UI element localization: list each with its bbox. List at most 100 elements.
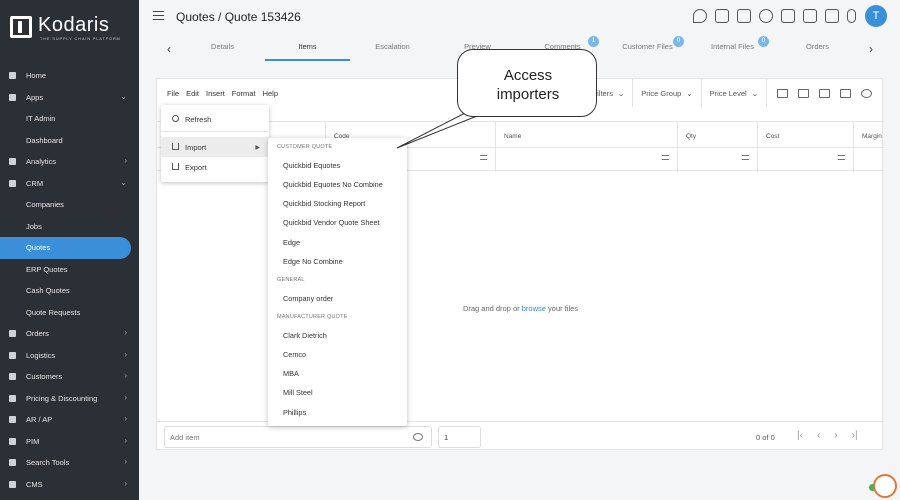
filter-icon[interactable] <box>662 155 669 160</box>
eye-off-icon[interactable] <box>413 433 423 441</box>
sidebar-item-label: Cash Quotes <box>26 286 70 296</box>
import-option[interactable]: Company order <box>283 294 333 303</box>
sidebar-item-ar-ap[interactable]: AR / AP › <box>0 409 139 431</box>
grid-column-name[interactable]: Name <box>495 122 677 172</box>
menu-edit[interactable]: Edit <box>186 89 199 98</box>
price-level-dropdown[interactable]: Price Level ⌄ <box>700 79 766 107</box>
sidebar-item-apps[interactable]: Apps ⌄ <box>0 87 139 109</box>
menu-help[interactable]: Help <box>263 89 278 98</box>
menu-item-export[interactable]: Export <box>161 157 269 177</box>
filter-icon[interactable] <box>742 155 749 160</box>
file-dropzone[interactable]: Drag and drop or browse your files <box>157 304 884 313</box>
import-option[interactable]: Clark Dietrich <box>283 331 327 340</box>
chevron-icon: › <box>124 349 127 359</box>
chevron-icon: ⌄ <box>120 177 127 187</box>
browse-link[interactable]: browse <box>522 304 546 313</box>
chat-bubble-icon[interactable] <box>873 474 897 498</box>
chevron-icon: ⌄ <box>120 91 127 101</box>
add-item-input[interactable]: Add item <box>164 426 432 448</box>
import-option[interactable]: Edge <box>283 238 300 247</box>
column-label: Cost <box>766 133 780 140</box>
import-option[interactable]: Edge No Combine <box>283 257 343 266</box>
tab-customer-files[interactable]: Customer Files 0 <box>605 36 690 61</box>
import-option[interactable]: Phillips <box>283 408 306 417</box>
next-page-icon[interactable]: › <box>834 430 837 441</box>
sidebar-item-cash-quotes[interactable]: Cash Quotes <box>0 280 139 302</box>
tab-details[interactable]: Details <box>180 37 265 61</box>
price-group-dropdown[interactable]: Price Group ⌄ <box>632 79 700 107</box>
hamburger-menu-icon[interactable] <box>153 11 164 20</box>
import-option[interactable]: Cemco <box>283 350 306 359</box>
tab-orders[interactable]: Orders <box>775 37 860 61</box>
sidebar-item-pim[interactable]: PIM › <box>0 431 139 453</box>
comment-icon[interactable] <box>819 88 830 98</box>
mail-icon[interactable] <box>781 9 795 23</box>
refresh-icon[interactable] <box>861 88 872 98</box>
filter-icon[interactable] <box>838 155 845 160</box>
import-option[interactable]: Quickbid Vendor Quote Sheet <box>283 218 380 227</box>
tab-internal-files[interactable]: Internal Files 0 <box>690 36 775 61</box>
sidebar-item-jobs[interactable]: Jobs <box>0 216 139 238</box>
import-option[interactable]: MBA <box>283 369 299 378</box>
location-pin-icon[interactable] <box>693 9 707 23</box>
sidebar-item-pricing-discounting[interactable]: Pricing & Discounting › <box>0 388 139 410</box>
sidebar-item-erp-quotes[interactable]: ERP Quotes <box>0 259 139 281</box>
sidebar-item-label: PIM <box>26 436 40 446</box>
sidebar-item-crm[interactable]: CRM ⌄ <box>0 173 139 195</box>
sidebar-item-logistics[interactable]: Logistics › <box>0 345 139 367</box>
menu-insert[interactable]: Insert <box>206 89 225 98</box>
sidebar-item-home[interactable]: Home <box>0 65 139 87</box>
prev-page-icon[interactable]: ‹ <box>817 430 820 441</box>
sidebar-item-label: Orders <box>26 329 49 339</box>
count-badge: 1 <box>588 36 599 47</box>
sidebar-item-companies[interactable]: Companies <box>0 194 139 216</box>
sidebar-item-analytics[interactable]: Analytics › <box>0 151 139 173</box>
menu-format[interactable]: Format <box>232 89 256 98</box>
sidebar-item-orders[interactable]: Orders › <box>0 323 139 345</box>
attachment-icon[interactable] <box>847 9 856 23</box>
import-option[interactable]: Mill Steel <box>283 388 313 397</box>
sidebar-item-quotes[interactable]: Quotes <box>0 237 131 259</box>
header-icons <box>693 9 856 23</box>
tab-items[interactable]: Items <box>265 37 350 61</box>
import-option[interactable]: Quickbid Equotes <box>283 161 340 170</box>
grid-column-cost[interactable]: Cost <box>757 122 853 172</box>
menu-item-label: Refresh <box>185 114 212 124</box>
import-option[interactable]: Quickbid Stocking Report <box>283 199 365 208</box>
menu-item-import[interactable]: Import ▶ <box>161 137 269 157</box>
sync-icon[interactable] <box>759 9 773 23</box>
sidebar-item-it-admin[interactable]: IT Admin <box>0 108 139 130</box>
grid-column-qty[interactable]: Qty <box>677 122 757 172</box>
sidebar-item-customers[interactable]: Customers › <box>0 366 139 388</box>
truck-icon[interactable] <box>715 9 729 23</box>
document-icon[interactable] <box>825 9 839 23</box>
sidebar-item-label: CMS <box>26 479 43 489</box>
grid-toolbar: ilters ⌄ Price Group ⌄ Price Level ⌄ <box>588 79 882 107</box>
logo[interactable]: Kodaris THE SUPPLY CHAIN PLATFORM <box>10 14 130 42</box>
sidebar-item-cms[interactable]: CMS › <box>0 474 139 496</box>
add-row-icon[interactable] <box>798 88 809 98</box>
columns-icon[interactable] <box>840 88 851 98</box>
sidebar-item-label: Analytics <box>26 157 57 167</box>
app-name: Kodaris <box>38 14 110 36</box>
tab-prev-icon[interactable]: ‹ <box>158 42 180 56</box>
grid-column-margin[interactable]: Margin <box>853 122 884 172</box>
tab-escalation[interactable]: Escalation <box>350 37 435 61</box>
count-badge: 0 <box>673 36 684 47</box>
copy-icon[interactable] <box>803 9 817 23</box>
import-option[interactable]: Quickbid Equotes No Combine <box>283 180 383 189</box>
sidebar-item-search-tools[interactable]: Search Tools › <box>0 452 139 474</box>
quantity-input[interactable]: 1 <box>438 426 481 448</box>
id-card-icon[interactable] <box>777 88 788 98</box>
sidebar-item-quote-requests[interactable]: Quote Requests <box>0 302 139 324</box>
sidebar: Kodaris THE SUPPLY CHAIN PLATFORM Home Ap… <box>0 0 139 500</box>
last-page-icon[interactable]: ›| <box>852 430 858 441</box>
menu-item-refresh[interactable]: Refresh <box>161 109 269 129</box>
card-icon[interactable] <box>737 9 751 23</box>
first-page-icon[interactable]: |‹ <box>797 430 803 441</box>
avatar[interactable]: T <box>865 5 887 27</box>
menu-file[interactable]: File <box>167 89 179 98</box>
tab-label: Details <box>211 42 234 51</box>
sidebar-item-dashboard[interactable]: Dashboard <box>0 130 139 152</box>
tab-next-icon[interactable]: › <box>860 42 882 56</box>
